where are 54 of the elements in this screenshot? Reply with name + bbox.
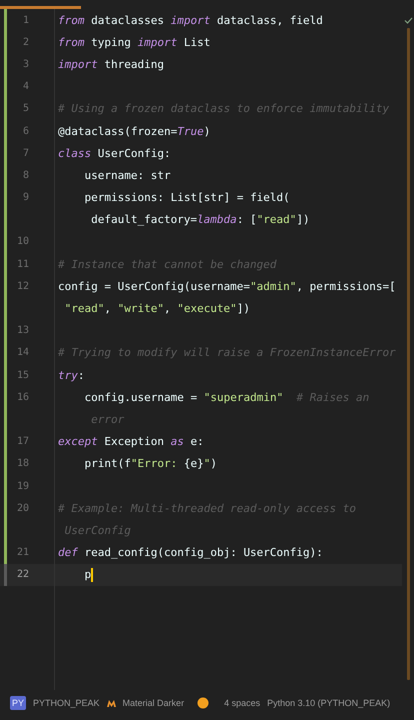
line-number: 7 xyxy=(22,148,29,159)
code-line: error xyxy=(90,412,124,426)
line-number: 15 xyxy=(16,370,29,381)
check-icon xyxy=(404,17,412,24)
code-line: def read_config(config_obj: UserConfig): xyxy=(57,546,323,560)
code-line: from dataclasses import dataclass, field xyxy=(57,14,323,27)
line-number: 17 xyxy=(16,436,29,448)
code-line: # Example: Multi-threaded read-only access to xyxy=(57,502,356,515)
line-number: 14 xyxy=(16,347,29,358)
line-number: 9 xyxy=(22,192,29,204)
code-line: config.username = "superadmin" # Raises an xyxy=(84,390,370,404)
code-line: try: xyxy=(57,368,84,382)
code-line: import threading xyxy=(57,58,164,71)
line-number: 6 xyxy=(22,126,29,137)
line-number: 19 xyxy=(16,480,29,492)
code-line: # Using a frozen dataclass to enforce immutability xyxy=(57,102,390,116)
indent-setting[interactable]: 4 spaces xyxy=(224,698,260,708)
line-number: 12 xyxy=(16,280,29,292)
code-line: from typing import List xyxy=(57,36,210,49)
code-line: class UserConfig: xyxy=(57,146,171,160)
line-number: 11 xyxy=(16,258,29,270)
line-number: 16 xyxy=(16,392,29,403)
line-number: 10 xyxy=(16,236,29,248)
code-line: permissions: List[str] = field( xyxy=(84,191,290,204)
code-line: UserConfig xyxy=(64,524,131,537)
code-line: @dataclass(frozen=True) xyxy=(57,124,210,138)
line-number: 1 xyxy=(22,14,29,26)
code-line: username: str xyxy=(84,168,171,182)
line-number: 4 xyxy=(22,81,29,92)
line-number: 18 xyxy=(16,458,29,470)
line-number: 22 xyxy=(16,569,29,580)
line-number: 8 xyxy=(22,170,29,181)
code-line: except Exception as e: xyxy=(57,435,204,448)
line-number: 2 xyxy=(22,36,29,48)
code-line: # Instance that cannot be changed xyxy=(57,258,277,271)
code-line: # Trying to modify will raise a FrozenInstanceError xyxy=(57,346,396,360)
code-line: print(f"Error: {e}") xyxy=(84,457,217,470)
line-number: 5 xyxy=(22,103,29,114)
line-number: 21 xyxy=(16,547,29,558)
line-number: 13 xyxy=(16,325,29,336)
interpreter[interactable]: Python 3.10 (PYTHON_PEAK) xyxy=(267,698,390,708)
line-number: 20 xyxy=(16,502,29,514)
theme-icon xyxy=(106,700,116,706)
scrollbar[interactable] xyxy=(406,28,410,680)
code-line: "read", "write", "execute"]) xyxy=(64,302,250,316)
line-number: 3 xyxy=(22,58,29,70)
code-line: default_factory=lambda: ["read"]) xyxy=(90,213,310,226)
status-dot-icon xyxy=(197,697,210,709)
theme-name[interactable]: Material Darker xyxy=(122,698,184,708)
text-cursor xyxy=(91,568,94,582)
project-name[interactable]: PYTHON_PEAK xyxy=(33,698,100,708)
project-badge: PY xyxy=(10,696,26,710)
code-line: config = UserConfig(username="admin", permissions=[ xyxy=(57,280,396,293)
code-line: p xyxy=(84,568,94,582)
